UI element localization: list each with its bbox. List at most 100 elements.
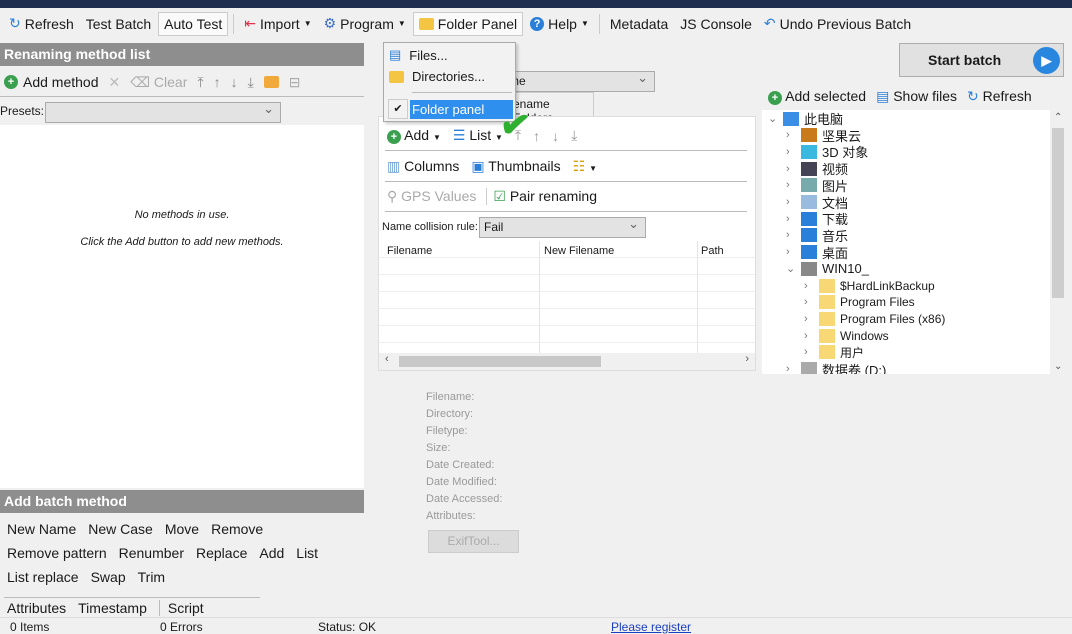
method-replace[interactable]: Replace (196, 545, 247, 561)
method-remove-pattern[interactable]: Remove pattern (7, 545, 107, 561)
clear-button[interactable]: ⌫ Clear (130, 74, 187, 91)
chevron-right-icon[interactable]: › (786, 246, 796, 258)
tab-script[interactable]: Script (158, 600, 204, 616)
drive-icon (801, 128, 817, 143)
tree-item[interactable]: › 用户 (804, 344, 864, 361)
method-trim[interactable]: Trim (138, 569, 165, 585)
tree-item-label: Program Files (x86) (840, 311, 946, 326)
start-batch-button[interactable]: Start batch ▶ (899, 43, 1064, 77)
undo-batch-button[interactable]: ↶ Undo Previous Batch (759, 12, 916, 35)
method-move[interactable]: Move (165, 521, 199, 537)
chevron-right-icon[interactable]: › (786, 146, 796, 158)
chevron-right-icon[interactable]: › (804, 280, 814, 292)
chevron-right-icon[interactable]: › (786, 129, 796, 141)
view-options-button[interactable]: ☷ ▼ (573, 158, 597, 175)
delete-icon[interactable]: ✕ (109, 74, 121, 91)
add-selected-button[interactable]: + Add selected (768, 88, 866, 105)
tree-item[interactable]: › 下载 (786, 210, 848, 227)
menu-item-directories[interactable]: Directories... (389, 69, 485, 84)
chevron-right-icon[interactable]: › (786, 163, 796, 175)
scrollbar-thumb[interactable] (1052, 128, 1064, 298)
tree-item[interactable]: › 音乐 (786, 227, 848, 244)
collision-label: Name collision rule: (382, 221, 478, 233)
chevron-right-icon[interactable]: › (804, 296, 814, 308)
tree-item[interactable]: › 图片 (786, 177, 848, 194)
exiftool-button[interactable]: ExifTool... (428, 530, 519, 553)
program-button[interactable]: ⚙ Program ▼ (319, 12, 411, 35)
move-down-icon[interactable]: ↓ (552, 128, 559, 144)
tab-attributes[interactable]: Attributes (7, 600, 66, 616)
method-add[interactable]: Add (259, 545, 284, 561)
move-bottom-icon[interactable]: ⤓ (248, 74, 254, 91)
chevron-right-icon[interactable]: › (804, 313, 814, 325)
tree-item[interactable]: › 坚果云 (786, 127, 861, 144)
folder-panel-button[interactable]: Folder Panel (412, 11, 524, 36)
chevron-right-icon[interactable]: › (804, 330, 814, 342)
save-icon[interactable]: ⊟ (289, 74, 301, 91)
tree-item[interactable]: › 3D 对象 (786, 143, 868, 160)
add-files-button[interactable]: + Add ▼ (387, 127, 441, 144)
tree-item[interactable]: › Program Files (x86) (804, 310, 945, 327)
test-batch-button[interactable]: Test Batch (81, 13, 156, 35)
tab-timestamp[interactable]: Timestamp (78, 600, 147, 616)
tree-item[interactable]: › 视频 (786, 160, 848, 177)
show-files-button[interactable]: ▤ Show files (876, 88, 957, 105)
js-console-button[interactable]: JS Console (675, 13, 757, 35)
chevron-right-icon[interactable]: › (786, 229, 796, 241)
folder-panel-menu: ▤ Files... Directories... ✔ Folder panel (383, 42, 516, 122)
status-bar: 0 Items 0 Errors Status: OK Please regis… (0, 617, 1072, 634)
file-details: Filename: Directory: Filetype: Size: Dat… (426, 391, 502, 527)
move-down-icon[interactable]: ↓ (231, 74, 238, 90)
chevron-right-icon[interactable]: › (786, 179, 796, 191)
import-button[interactable]: ⇤ Import ▼ (239, 12, 316, 35)
tree-item[interactable]: › Windows (804, 327, 889, 344)
auto-test-button[interactable]: Auto Test (158, 11, 229, 36)
method-renumber[interactable]: Renumber (119, 545, 184, 561)
chevron-down-icon[interactable]: ⌄ (768, 112, 778, 125)
refresh-button[interactable]: ↻ Refresh (4, 12, 79, 35)
chevron-right-icon[interactable]: › (786, 213, 796, 225)
chevron-down-icon[interactable]: ⌄ (786, 262, 796, 275)
move-bottom-icon[interactable]: ⤓ (571, 127, 577, 144)
menu-item-folder-panel[interactable]: Folder panel (410, 100, 513, 119)
column-new-filename[interactable]: New Filename (544, 245, 615, 257)
menu-item-files[interactable]: ▤ Files... (389, 47, 448, 63)
list-button[interactable]: ☰ List ▼ (453, 127, 503, 144)
column-path[interactable]: Path (701, 245, 724, 257)
help-button[interactable]: ? Help ▼ (525, 13, 594, 35)
scrollbar-thumb[interactable] (399, 356, 601, 367)
gps-values-button[interactable]: ⚲ GPS Values (387, 188, 476, 205)
column-filename[interactable]: Filename (387, 245, 433, 257)
refresh-tree-button[interactable]: ↻ Refresh (967, 88, 1032, 105)
move-top-icon[interactable]: ⤒ (197, 74, 203, 91)
method-new-name[interactable]: New Name (7, 521, 76, 537)
columns-icon: ▥ (387, 158, 401, 174)
tree-item[interactable]: › 桌面 (786, 244, 848, 261)
method-swap[interactable]: Swap (91, 569, 126, 585)
move-up-icon[interactable]: ↑ (533, 128, 540, 144)
horizontal-scrollbar[interactable]: ‹ › (379, 353, 755, 370)
pair-renaming-toggle[interactable]: ☑ Pair renaming (486, 188, 597, 205)
chevron-right-icon[interactable]: › (786, 363, 796, 374)
thumbnails-button[interactable]: ▣ Thumbnails (471, 158, 560, 175)
add-method-button[interactable]: + Add method (4, 74, 99, 90)
tree-item[interactable]: ⌄ WIN10_ (786, 260, 869, 277)
chevron-right-icon[interactable]: › (804, 346, 814, 358)
columns-button[interactable]: ▥ Columns (387, 158, 459, 175)
presets-select[interactable] (45, 101, 281, 123)
tree-item[interactable]: › 文档 (786, 194, 848, 211)
open-folder-icon[interactable] (263, 76, 279, 88)
method-new-case[interactable]: New Case (88, 521, 153, 537)
method-list-replace[interactable]: List replace (7, 569, 79, 585)
tree-item[interactable]: › $HardLinkBackup (804, 277, 935, 294)
tree-item[interactable]: › 数据卷 (D:) (786, 361, 886, 374)
move-up-icon[interactable]: ↑ (214, 74, 221, 90)
method-list[interactable]: List (296, 545, 318, 561)
vertical-scrollbar[interactable]: ⌃ ⌄ (1050, 110, 1066, 374)
method-remove[interactable]: Remove (211, 521, 263, 537)
metadata-button[interactable]: Metadata (605, 13, 673, 35)
tree-item[interactable]: ⌄ 此电脑 (768, 110, 843, 127)
tree-item[interactable]: › Program Files (804, 294, 915, 311)
collision-select[interactable]: Fail (479, 216, 646, 238)
chevron-right-icon[interactable]: › (786, 196, 796, 208)
